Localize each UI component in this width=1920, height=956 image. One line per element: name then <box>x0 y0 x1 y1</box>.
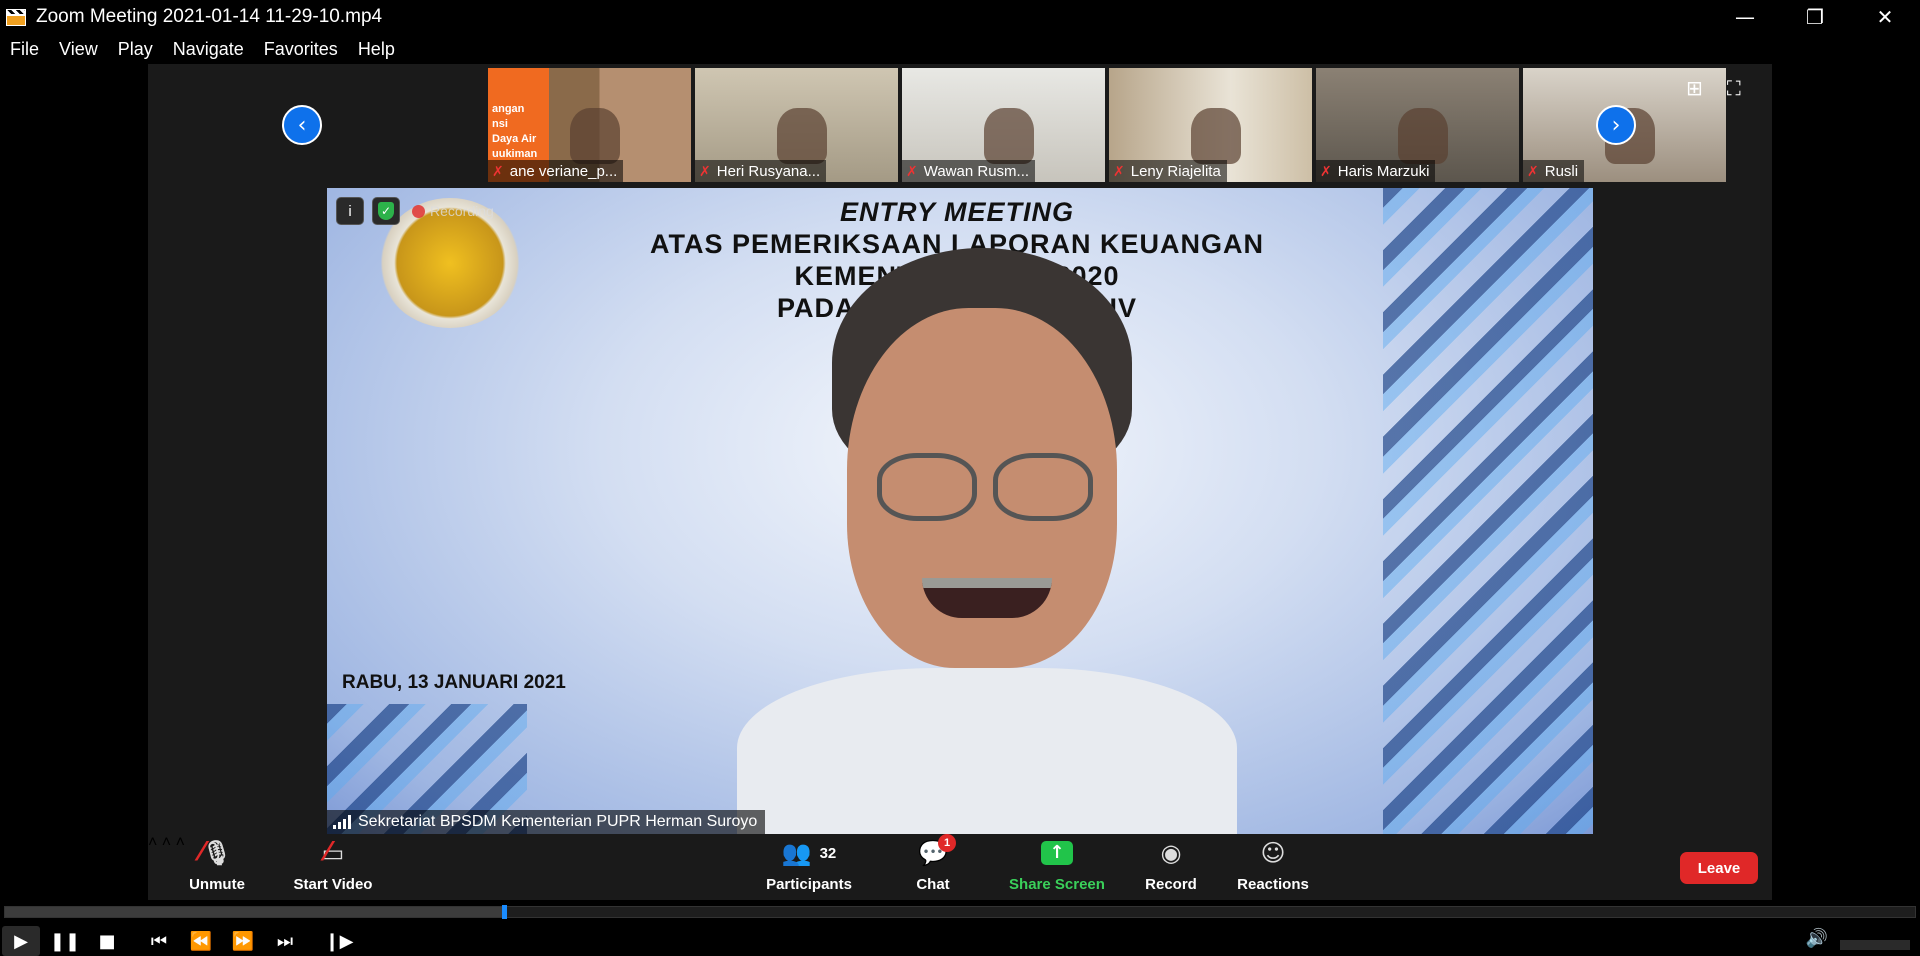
play-icon: ▶ <box>14 930 28 952</box>
volume-slider[interactable] <box>1840 940 1910 950</box>
share-screen-icon: ↑ <box>1041 836 1073 870</box>
participant-thumbnail[interactable]: ✗ Heri Rusyana... <box>695 68 898 182</box>
seek-bar[interactable] <box>0 900 1920 924</box>
participant-thumbnail[interactable]: ✗ Haris Marzuki <box>1316 68 1519 182</box>
fast-forward-icon: ⏩ <box>231 930 255 952</box>
participant-video <box>983 108 1034 164</box>
menu-file[interactable]: File <box>10 39 39 60</box>
participant-video <box>1397 108 1448 164</box>
security-shield-icon[interactable]: ✓ <box>372 197 400 225</box>
participant-video <box>1190 108 1241 164</box>
speaker-person <box>737 248 1237 834</box>
meeting-control-bar: 🎙 ⁄ Unmute ˄ ▭ ⁄ Start Video ˄ 👥 32 Partici… <box>148 834 1772 900</box>
seek-handle[interactable] <box>501 905 507 919</box>
participant-thumbnail[interactable]: ✗ Wawan Rusm... <box>902 68 1105 182</box>
start-video-button[interactable]: ▭ ⁄ Start Video <box>278 834 388 900</box>
menu-view[interactable]: View <box>59 39 98 60</box>
volume-icon[interactable]: 🔊 <box>1806 928 1828 949</box>
gallery-view-icon[interactable]: ⊞ <box>1686 76 1703 100</box>
meeting-date: RABU, 13 JANUARI 2021 <box>342 672 566 693</box>
reactions-icon: ☺ <box>1260 839 1286 867</box>
muted-mic-icon: ✗ <box>906 162 918 179</box>
participant-name: Wawan Rusm... <box>923 162 1030 180</box>
leave-button[interactable]: Leave <box>1680 852 1758 884</box>
muted-mic-icon: ✗ <box>699 162 711 179</box>
pause-icon: ❚❚ <box>49 930 81 952</box>
rewind-button[interactable]: ⏪ <box>182 926 220 956</box>
background-pattern <box>1383 188 1593 834</box>
frame-step-icon: ❙▶ <box>324 930 354 952</box>
active-speaker-video: ENTRY MEETING ATAS PEMERIKSAAN LAPORAN K… <box>327 188 1593 834</box>
next-page-button[interactable]: › <box>1596 105 1636 145</box>
participant-video <box>569 108 620 164</box>
participant-thumbnail[interactable]: angan nsi Daya Air uukiman ✗ ane veriane_p..… <box>488 68 691 182</box>
video-off-icon: ▭ ⁄ <box>321 837 345 867</box>
record-icon: ◉ <box>1160 839 1182 867</box>
pause-button[interactable]: ❚❚ <box>46 926 84 956</box>
participant-name: Rusli <box>1544 162 1579 180</box>
skip-forward-icon: ⏭ <box>276 930 294 952</box>
chat-icon: 💬 1 <box>918 834 957 870</box>
participant-thumbnail[interactable]: ✗ Leny Riajelita <box>1109 68 1312 182</box>
reactions-button[interactable]: ☺ Reactions <box>1218 834 1328 900</box>
share-screen-button[interactable]: ↑ Share Screen <box>992 834 1122 900</box>
stop-button[interactable]: ■ <box>88 926 126 956</box>
menu-play[interactable]: Play <box>118 39 153 60</box>
previous-track-button[interactable]: ⏮ <box>140 926 178 956</box>
muted-mic-icon: ✗ <box>1527 162 1539 179</box>
audio-options-caret[interactable]: ˄ <box>148 834 157 851</box>
fast-forward-button[interactable]: ⏩ <box>224 926 262 956</box>
menu-bar: File View Play Navigate Favorites Help <box>0 34 1920 64</box>
clapperboard-icon <box>6 7 28 27</box>
participant-video <box>776 108 827 164</box>
participant-thumbnails: angan nsi Daya Air uukiman ✗ ane veriane_p..… <box>488 68 1728 182</box>
fullscreen-icon[interactable]: ⛶ <box>1727 76 1741 100</box>
close-button[interactable]: ✕ <box>1850 0 1920 34</box>
muted-mic-icon: ✗ <box>1113 162 1125 179</box>
window-title: Zoom Meeting 2021-01-14 11-29-10.mp4 <box>36 6 383 27</box>
muted-mic-icon: ✗ <box>1320 162 1332 179</box>
skip-back-icon: ⏮ <box>150 930 168 952</box>
participant-name: ane veriane_p... <box>509 162 618 180</box>
meeting-info-icon[interactable]: i <box>336 197 364 225</box>
chat-button[interactable]: 💬 1 Chat <box>888 834 978 900</box>
play-button[interactable]: ▶ <box>2 926 40 956</box>
participants-count: 32 <box>819 844 837 862</box>
participants-icon: 👥 <box>781 839 812 867</box>
minimize-button[interactable]: — <box>1710 0 1780 34</box>
participant-name: Leny Riajelita <box>1130 162 1221 180</box>
recording-dot-icon <box>412 204 425 218</box>
signal-strength-icon <box>333 815 351 829</box>
recording-indicator: Recording <box>412 203 494 219</box>
unmute-button[interactable]: 🎙 ⁄ Unmute <box>172 834 262 900</box>
thumbnail-background-text: angan nsi Daya Air uukiman <box>492 103 538 160</box>
seek-track[interactable] <box>4 905 1916 919</box>
stop-icon: ■ <box>98 930 116 952</box>
previous-page-button[interactable]: ‹ <box>282 105 322 145</box>
menu-navigate[interactable]: Navigate <box>173 39 244 60</box>
menu-favorites[interactable]: Favorites <box>264 39 338 60</box>
next-track-button[interactable]: ⏭ <box>266 926 304 956</box>
seek-progress <box>5 907 502 917</box>
muted-mic-icon: ✗ <box>492 162 504 179</box>
participants-button[interactable]: 👥 32 Participants <box>754 834 864 900</box>
chat-unread-badge: 1 <box>938 834 957 852</box>
frame-step-button[interactable]: ❙▶ <box>320 926 358 956</box>
record-button[interactable]: ◉ Record <box>1126 834 1216 900</box>
speaker-name-label: Sekretariat BPSDM Kementerian PUPR Herma… <box>327 810 766 834</box>
restore-button[interactable]: ❐ <box>1780 0 1850 34</box>
chevron-right-icon: › <box>1611 112 1621 138</box>
muted-microphone-icon: 🎙 ⁄ <box>199 837 233 867</box>
title-bar: Zoom Meeting 2021-01-14 11-29-10.mp4 — ❐… <box>0 0 1920 34</box>
video-area: ‹ angan nsi Daya Air uukiman ✗ ane veriane_p… <box>0 64 1920 900</box>
menu-help[interactable]: Help <box>358 39 395 60</box>
zoom-meeting-window: ‹ angan nsi Daya Air uukiman ✗ ane veriane_p… <box>148 64 1772 900</box>
chevron-left-icon: ‹ <box>297 112 307 138</box>
video-options-caret[interactable]: ˄ <box>162 834 171 851</box>
player-controls: ▶ ❚❚ ■ ⏮ ⏪ ⏩ ⏭ ❙▶ 🔊 <box>0 924 1920 956</box>
participant-name: Haris Marzuki <box>1337 162 1430 180</box>
rewind-icon: ⏪ <box>189 930 213 952</box>
participant-name: Heri Rusyana... <box>716 162 821 180</box>
